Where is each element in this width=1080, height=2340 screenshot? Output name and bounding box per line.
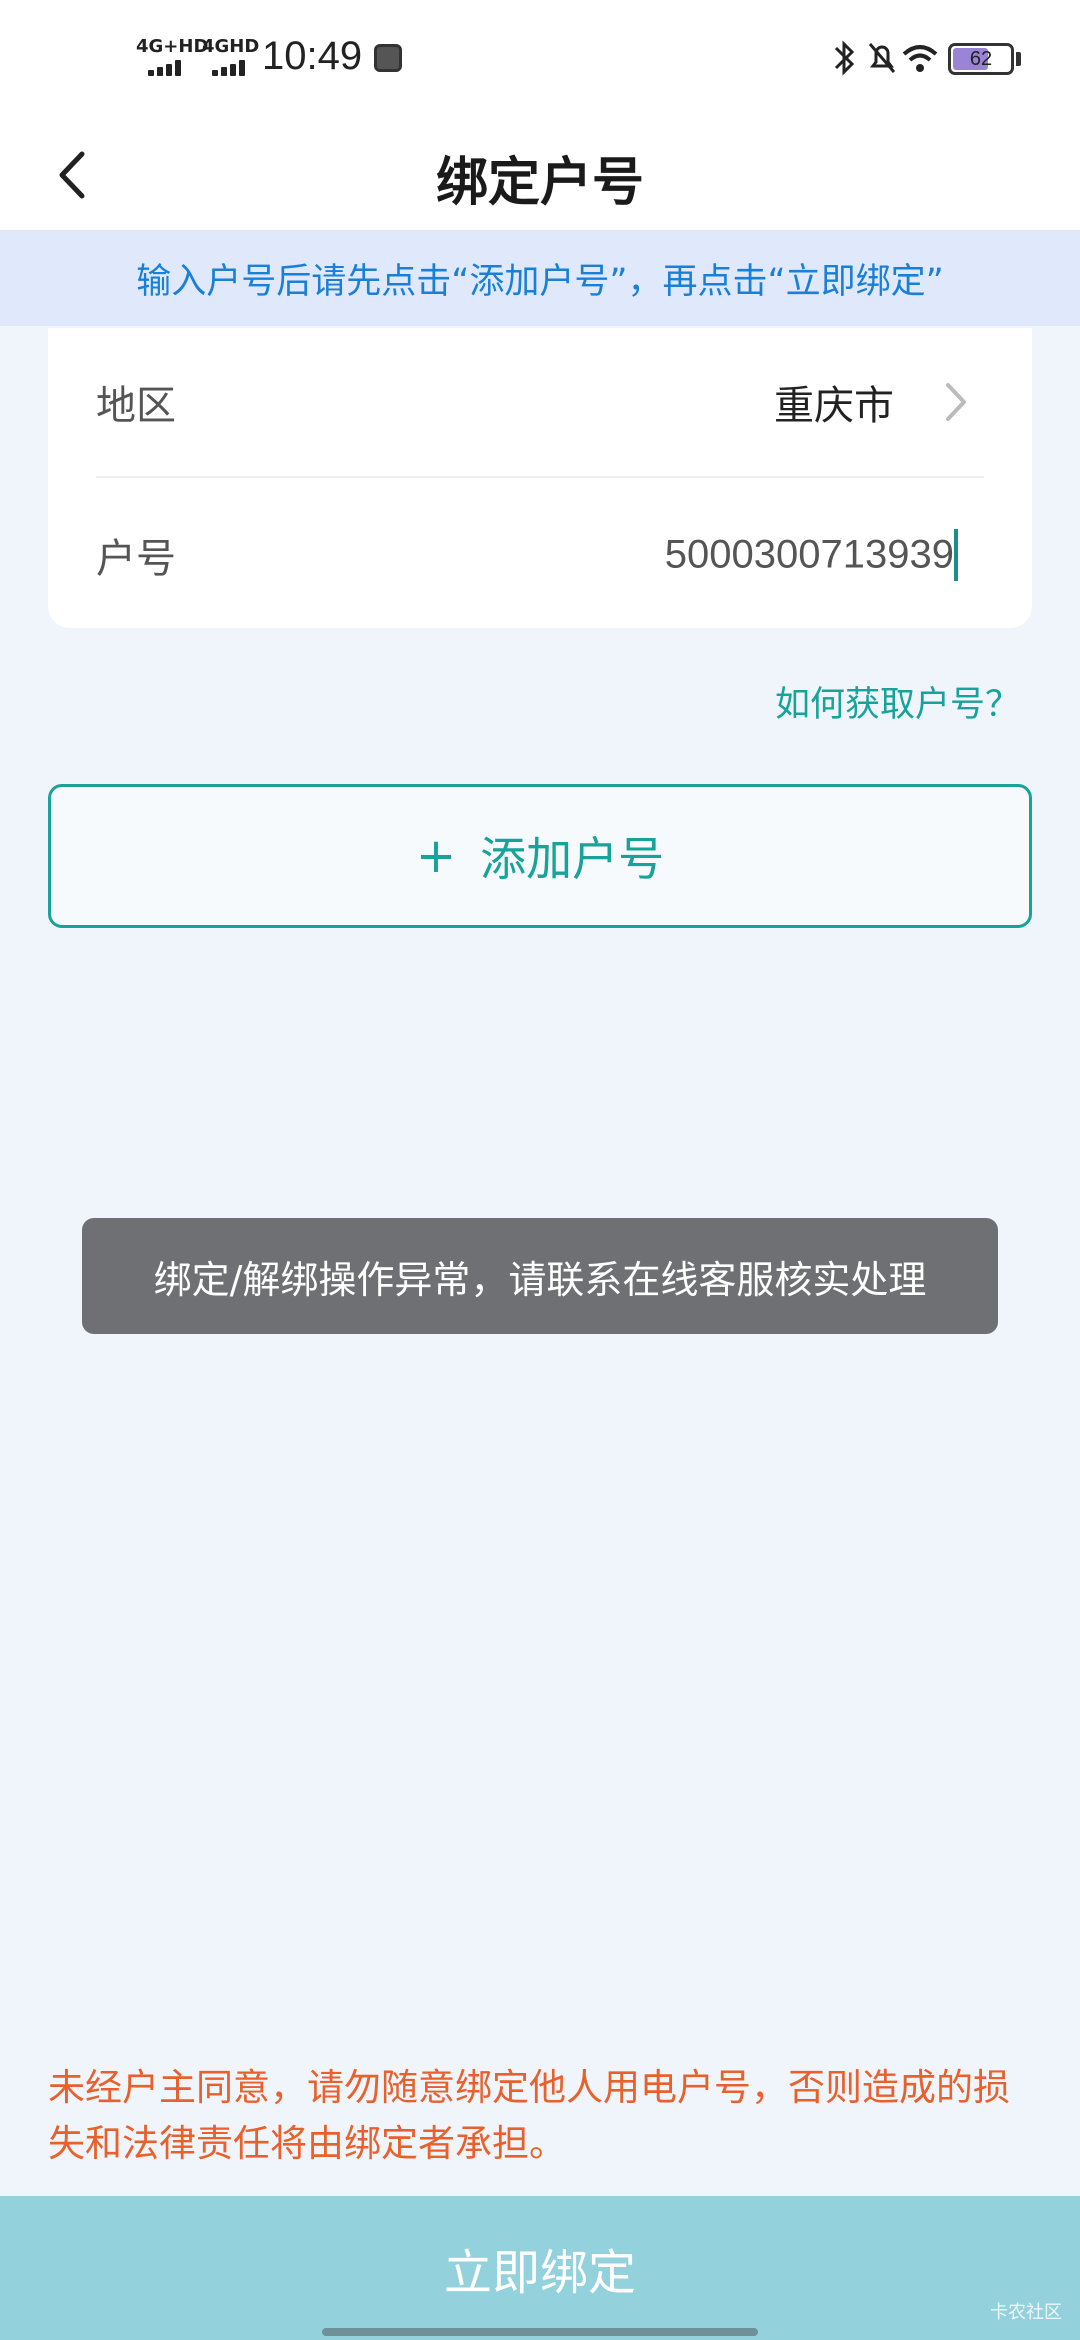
- battery-level: 62: [969, 48, 993, 70]
- error-toast: 绑定/解绑操作异常，请联系在线客服核实处理: [82, 1218, 998, 1334]
- wifi-icon: [902, 45, 938, 72]
- app-notification-icon: [374, 44, 402, 72]
- network-type-1: 4G+HD: [136, 36, 209, 57]
- account-number-input[interactable]: [474, 532, 954, 578]
- chevron-right-icon: [946, 383, 966, 421]
- add-account-button[interactable]: + 添加户号: [48, 784, 1032, 928]
- account-row: 户号: [96, 480, 984, 630]
- title-bar: 绑定户号: [0, 120, 1080, 230]
- instruction-banner: 输入户号后请先点击“添加户号”，再点击“立即绑定”: [0, 230, 1080, 326]
- battery-icon: 62: [948, 43, 1014, 75]
- how-to-get-account-link[interactable]: 如何获取户号？: [775, 676, 1020, 727]
- page-title: 绑定户号: [435, 153, 644, 213]
- signal-icon-2: [212, 60, 252, 76]
- signal-icon-1: [148, 60, 188, 76]
- legal-warning: 未经户主同意，请勿随意绑定他人用电户号，否则造成的损失和法律责任将由绑定者承担。: [48, 2066, 1010, 2165]
- region-value: 重庆市: [774, 383, 894, 429]
- plus-icon: +: [415, 828, 457, 884]
- account-label: 户号: [96, 536, 176, 582]
- status-bar: 4G+HD 4GHD 10:49 62: [0, 0, 1080, 120]
- region-label: 地区: [96, 383, 176, 429]
- bluetooth-icon: [834, 40, 855, 76]
- add-account-label: 添加户号: [480, 832, 665, 886]
- text-cursor: [954, 529, 958, 581]
- mute-bell-icon: [868, 43, 896, 73]
- network-type-2: 4GHD: [202, 36, 260, 57]
- binding-form-card: 地区 重庆市 户号: [48, 328, 1032, 628]
- clock: 10:49: [262, 34, 363, 78]
- home-indicator[interactable]: [322, 2328, 758, 2336]
- region-selector[interactable]: 地区 重庆市: [96, 328, 984, 478]
- battery-cap: [1016, 52, 1021, 66]
- watermark: 卡农社区: [990, 2302, 1062, 2323]
- bind-now-button[interactable]: 立即绑定: [0, 2196, 1080, 2340]
